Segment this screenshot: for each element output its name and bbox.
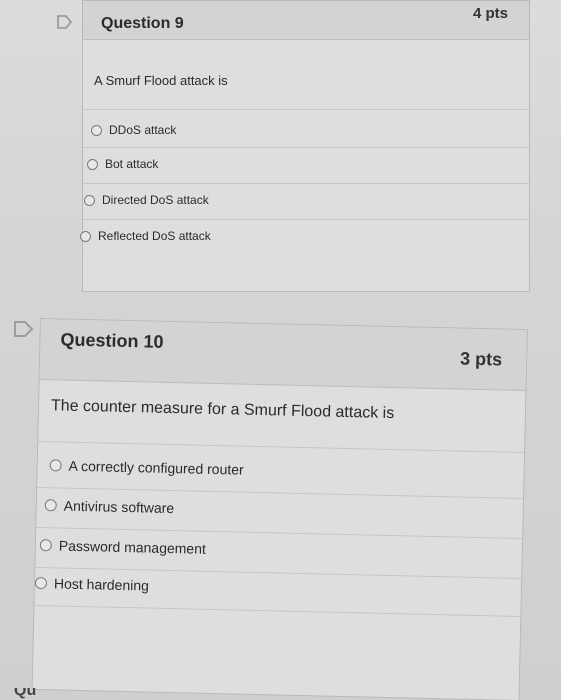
- answer-label: A correctly configured router: [68, 457, 244, 478]
- next-question-title-fragment: Qu: [14, 688, 37, 699]
- answer-option[interactable]: DDoS attack: [91, 123, 176, 137]
- answer-option[interactable]: A correctly configured router: [49, 457, 244, 478]
- radio-button[interactable]: [87, 158, 98, 170]
- question-10-prompt: The counter measure for a Smurf Flood at…: [50, 397, 395, 423]
- question-9-prompt: A Smurf Flood attack is: [94, 73, 228, 88]
- flag-icon[interactable]: [13, 320, 35, 338]
- answer-option[interactable]: Directed DoS attack: [84, 193, 209, 207]
- radio-button[interactable]: [44, 499, 57, 512]
- radio-button[interactable]: [49, 459, 62, 472]
- answer-option[interactable]: Password management: [39, 537, 207, 557]
- answer-label: Host hardening: [53, 575, 150, 594]
- next-question-peek: Qu: [14, 688, 64, 700]
- divider: [37, 486, 526, 500]
- answer-label: Reflected DoS attack: [98, 229, 211, 243]
- question-9-title: Question 9: [101, 15, 184, 32]
- answer-label: Antivirus software: [63, 497, 175, 517]
- answer-label: Directed DoS attack: [102, 193, 209, 207]
- answer-label: Bot attack: [105, 157, 159, 171]
- divider: [38, 440, 527, 454]
- divider: [83, 183, 531, 184]
- answer-label: DDoS attack: [109, 123, 177, 137]
- question-9-card: Question 9 4 pts A Smurf Flood attack is…: [80, 0, 531, 292]
- answer-option[interactable]: Host hardening: [34, 575, 150, 594]
- divider: [83, 109, 531, 110]
- question-10-title: Question 10: [60, 329, 164, 352]
- answer-option[interactable]: Antivirus software: [44, 497, 175, 517]
- question-9-points: 4 pts: [473, 5, 509, 22]
- answer-option[interactable]: Reflected DoS attack: [80, 229, 211, 243]
- radio-button[interactable]: [91, 124, 102, 136]
- radio-button[interactable]: [80, 230, 91, 242]
- radio-button[interactable]: [84, 194, 95, 206]
- flag-icon[interactable]: [56, 14, 78, 32]
- question-10-card: Question 10 3 pts The counter measure fo…: [31, 318, 528, 700]
- divider: [83, 147, 531, 148]
- question-10-points: 3 pts: [459, 348, 503, 370]
- quiz-page: Question 9 4 pts A Smurf Flood attack is…: [0, 0, 561, 700]
- answer-label: Password management: [58, 537, 207, 557]
- answer-option[interactable]: Bot attack: [87, 157, 158, 171]
- divider: [36, 526, 525, 540]
- radio-button[interactable]: [39, 539, 52, 552]
- radio-button[interactable]: [34, 576, 48, 590]
- divider: [34, 604, 523, 618]
- divider: [83, 219, 531, 220]
